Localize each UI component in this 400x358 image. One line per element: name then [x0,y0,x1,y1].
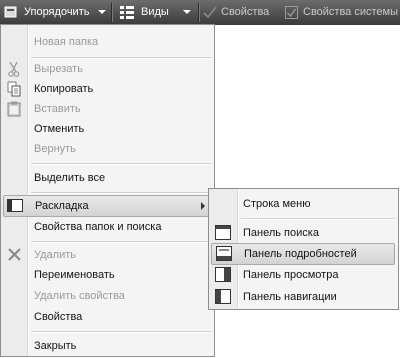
submenu-item-label: Панель подробностей [244,248,357,260]
menu-item-label: Свойства [34,311,83,323]
menu-item-redo[interactable]: Вернуть [1,138,214,160]
organize-menu: Новая папка Вырезать Копировать Вставить… [0,24,215,357]
layout-submenu: Строка меню Панель поиска Панель подробн… [208,188,399,310]
menu-item-properties[interactable]: Свойства [1,306,214,328]
views-icon [120,6,134,19]
menu-item-layout[interactable]: Раскладка [3,195,211,217]
menu-item-close[interactable]: Закрыть [1,335,214,357]
menu-item-delete[interactable]: Удалить [1,244,214,266]
submenu-item-details-pane[interactable]: Панель подробностей [211,243,395,265]
menu-item-label: Вырезать [34,63,83,75]
views-label: Виды [141,6,169,18]
search-pane-icon [215,225,231,240]
organize-label: Упорядочить [24,6,90,18]
submenu-item-navigation-pane[interactable]: Панель навигации [209,286,398,308]
menu-separator [31,192,211,193]
menu-item-label: Копировать [34,83,94,95]
submenu-separator [241,218,395,219]
menu-item-label: Выделить все [34,172,106,184]
menu-item-rename[interactable]: Переименовать [1,264,214,286]
menu-item-label: Отменить [34,123,85,135]
delete-x-icon [8,248,21,261]
menu-separator [31,241,211,242]
details-pane-icon [216,246,232,261]
menu-item-label: Раскладка [35,200,89,212]
menu-item-label: Свойства папок и поиска [34,221,162,233]
system-properties-icon [285,6,298,19]
properties-label: Свойства [221,6,270,18]
submenu-item-label: Панель навигации [243,291,337,303]
submenu-item-label: Панель поиска [243,227,319,239]
menu-item-label: Вставить [34,103,81,115]
menu-item-label: Удалить свойства [34,290,125,302]
copy-icon [7,81,21,97]
menu-item-copy[interactable]: Копировать [1,78,214,100]
menu-item-new-folder[interactable]: Новая папка [1,31,214,53]
system-properties-label: Свойства системы [303,6,399,18]
submenu-item-search-pane[interactable]: Панель поиска [209,222,398,244]
layout-icon [7,199,23,212]
menu-item-remove-properties[interactable]: Удалить свойства [1,285,214,307]
toolbar-divider [198,3,199,22]
chevron-down-icon [98,10,106,14]
submenu-arrow-icon [201,202,205,210]
menu-item-paste[interactable]: Вставить [1,98,214,120]
menu-item-label: Переименовать [34,269,115,281]
chevron-down-icon [183,10,191,14]
submenu-item-menu-bar[interactable]: Строка меню [209,193,398,215]
organize-icon [4,6,17,18]
menu-item-undo[interactable]: Отменить [1,118,214,140]
menu-item-select-all[interactable]: Выделить все [1,167,214,189]
preview-pane-icon [215,267,231,282]
menu-separator [31,163,211,164]
scissors-icon [8,61,20,77]
menu-item-label: Вернуть [34,143,76,155]
menu-item-folder-options[interactable]: Свойства папок и поиска [1,216,214,238]
submenu-item-preview-pane[interactable]: Панель просмотра [209,264,398,286]
clipboard-icon [7,101,21,117]
menu-item-label: Новая папка [34,36,99,48]
toolbar-divider [111,3,112,22]
navigation-pane-icon [215,289,231,304]
submenu-item-label: Панель просмотра [243,269,339,281]
command-toolbar: Упорядочить Виды Свойства Свойства систе… [0,0,400,25]
menu-separator [31,331,211,332]
menu-item-cut[interactable]: Вырезать [1,58,214,80]
menu-item-label: Закрыть [34,340,77,352]
checkmark-icon [203,6,217,19]
submenu-item-label: Строка меню [243,198,311,210]
menu-item-label: Удалить [34,249,76,261]
